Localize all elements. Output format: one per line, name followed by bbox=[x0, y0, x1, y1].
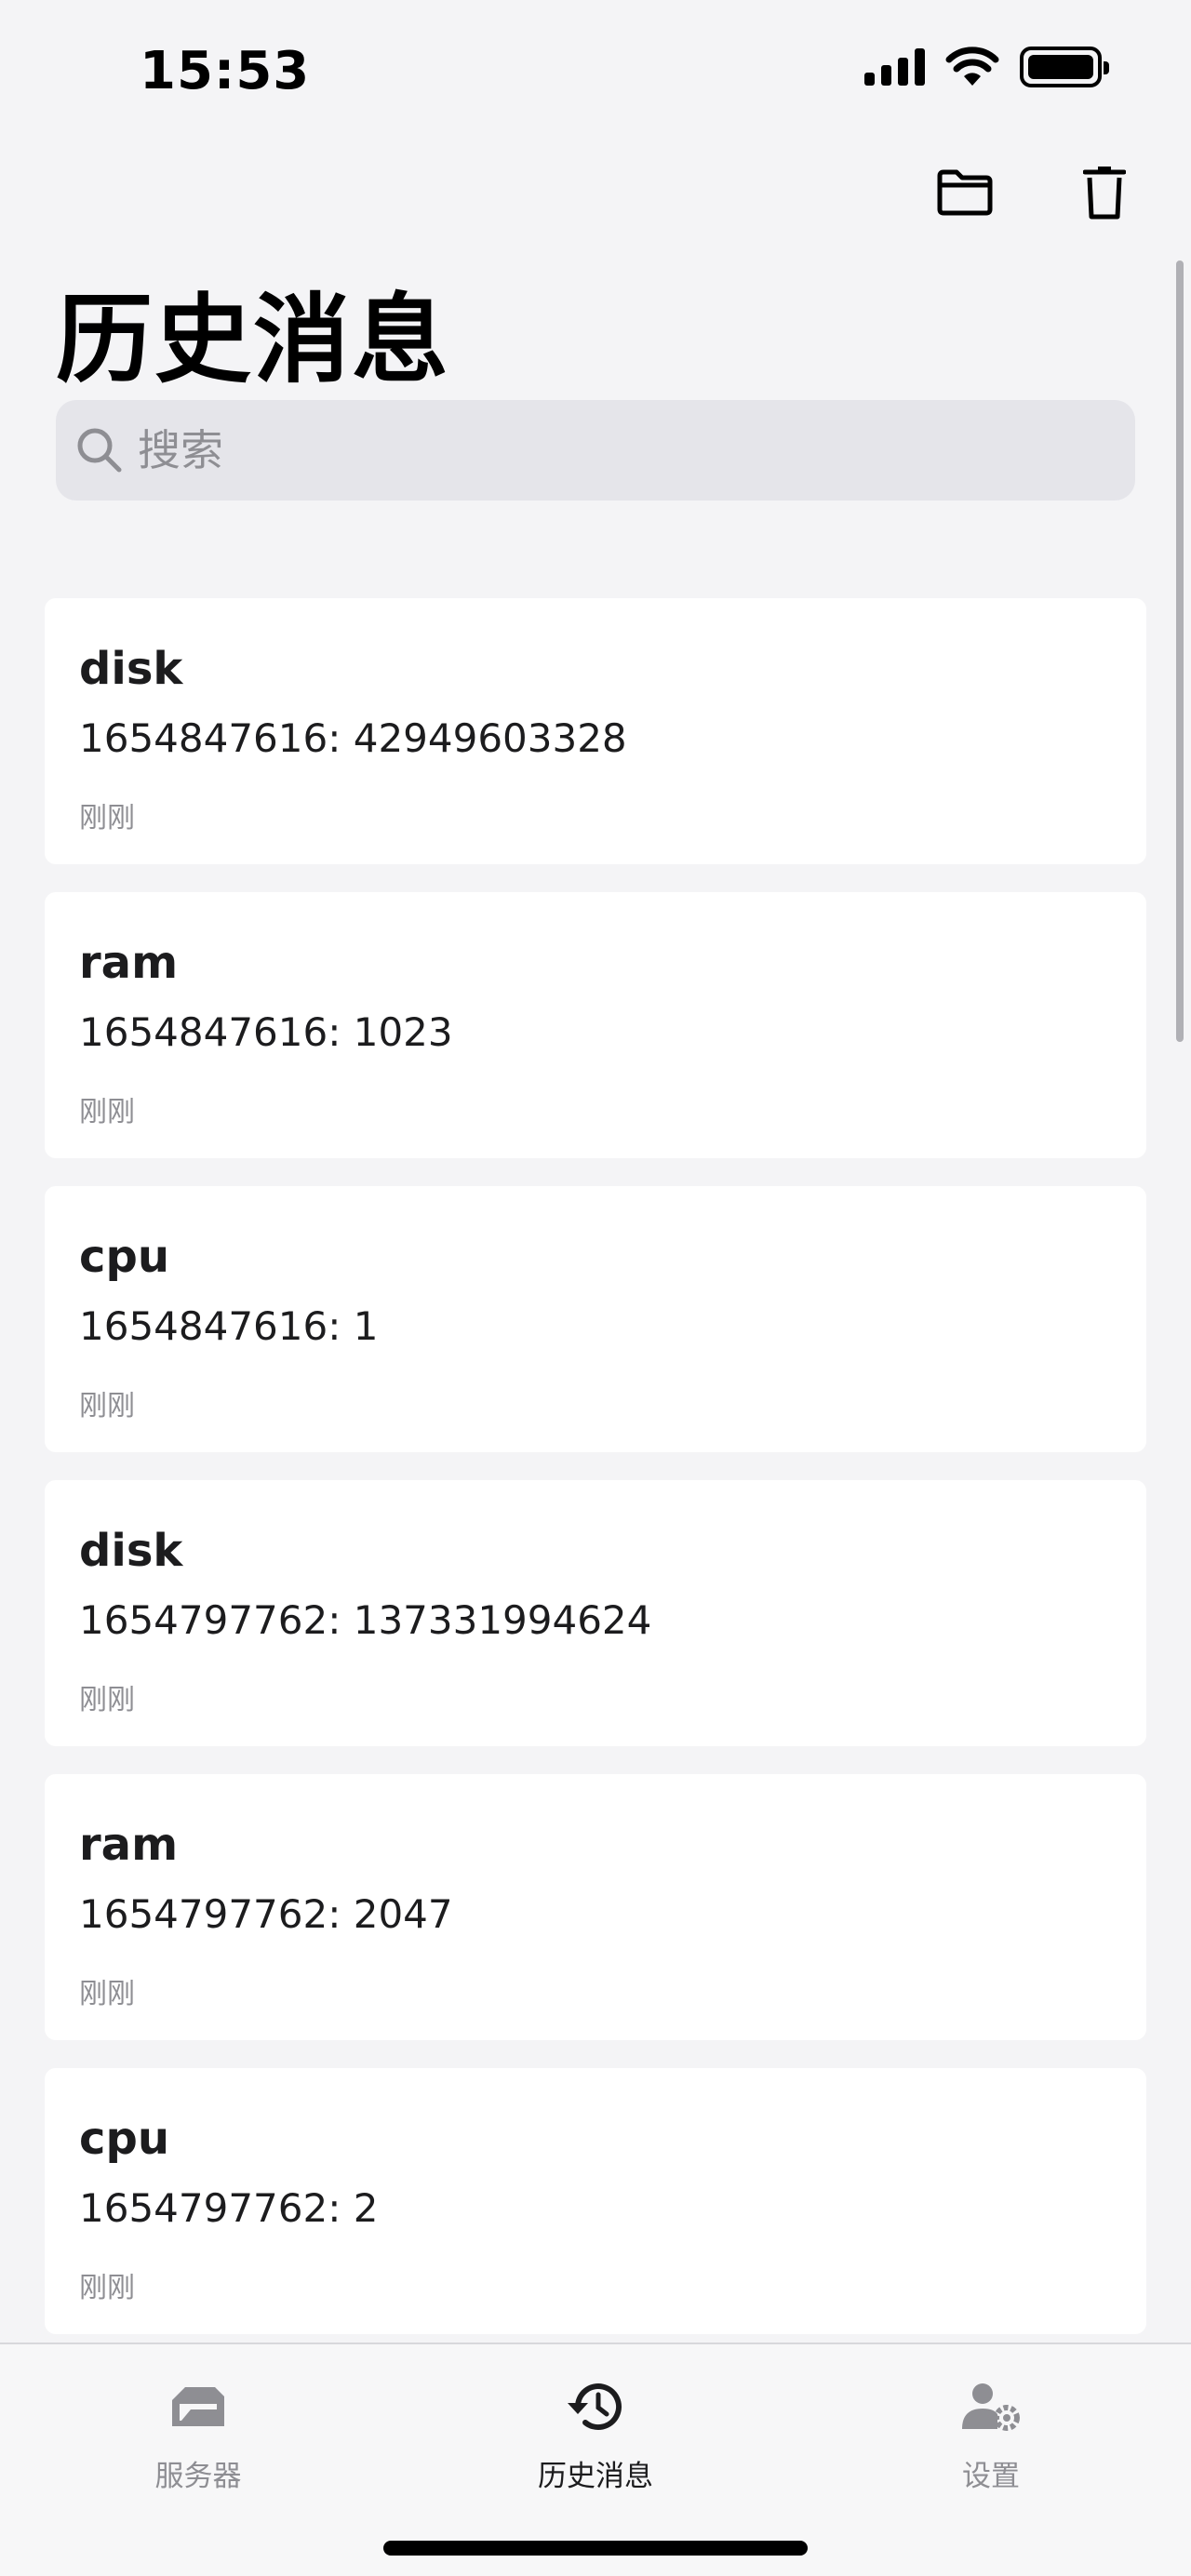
scrollbar[interactable] bbox=[1176, 260, 1184, 1042]
message-time: 刚刚 bbox=[79, 1684, 135, 1716]
message-time: 刚刚 bbox=[79, 1390, 135, 1422]
message-card[interactable]: cpu 1654847616: 1 刚刚 bbox=[45, 1186, 1146, 1452]
message-title: cpu bbox=[79, 1231, 169, 1283]
server-icon bbox=[172, 2387, 224, 2426]
message-list: disk 1654847616: 42949603328 刚刚 ram 1654… bbox=[45, 598, 1146, 2362]
message-time: 刚刚 bbox=[79, 1978, 135, 2010]
message-body: 1654797762: 2 bbox=[79, 2185, 379, 2231]
status-icons bbox=[864, 47, 1109, 87]
status-bar: 15:53 bbox=[0, 0, 1191, 140]
trash-icon bbox=[1083, 167, 1126, 220]
tab-settings[interactable]: 设置 bbox=[889, 2374, 1093, 2494]
message-body: 1654847616: 1 bbox=[79, 1303, 379, 1349]
tab-server[interactable]: 服务器 bbox=[96, 2374, 301, 2494]
message-body: 1654797762: 2047 bbox=[79, 1891, 453, 1937]
folder-icon bbox=[937, 169, 993, 216]
message-title: disk bbox=[79, 643, 183, 695]
tab-label: 服务器 bbox=[154, 2460, 242, 2493]
page-title: 历史消息 bbox=[56, 283, 451, 396]
search-icon bbox=[77, 428, 122, 473]
message-body: 1654847616: 1023 bbox=[79, 1009, 453, 1055]
folder-button[interactable] bbox=[932, 160, 997, 225]
message-time: 刚刚 bbox=[79, 802, 135, 834]
message-title: cpu bbox=[79, 2113, 169, 2165]
wifi-icon bbox=[945, 47, 999, 86]
search-bar[interactable] bbox=[56, 400, 1135, 501]
user-settings-icon bbox=[962, 2383, 1020, 2431]
home-indicator bbox=[383, 2541, 808, 2556]
message-title: ram bbox=[79, 1819, 179, 1871]
message-body: 1654847616: 42949603328 bbox=[79, 715, 627, 761]
nav-actions bbox=[932, 160, 1137, 225]
tab-history[interactable]: 历史消息 bbox=[493, 2374, 698, 2494]
message-card[interactable]: cpu 1654797762: 2 刚刚 bbox=[45, 2068, 1146, 2334]
tab-label: 设置 bbox=[962, 2460, 1020, 2493]
message-card[interactable]: disk 1654847616: 42949603328 刚刚 bbox=[45, 598, 1146, 864]
message-time: 刚刚 bbox=[79, 2272, 135, 2304]
message-body: 1654797762: 137331994624 bbox=[79, 1597, 652, 1643]
search-input[interactable] bbox=[138, 425, 1068, 475]
message-card[interactable]: disk 1654797762: 137331994624 刚刚 bbox=[45, 1480, 1146, 1746]
message-title: ram bbox=[79, 937, 179, 989]
message-card[interactable]: ram 1654797762: 2047 刚刚 bbox=[45, 1774, 1146, 2040]
cellular-signal-icon bbox=[864, 48, 925, 86]
status-time: 15:53 bbox=[140, 41, 311, 101]
message-title: disk bbox=[79, 1525, 183, 1577]
message-time: 刚刚 bbox=[79, 1096, 135, 1128]
battery-icon bbox=[1020, 47, 1109, 87]
history-icon bbox=[568, 2383, 622, 2431]
tab-label: 历史消息 bbox=[538, 2460, 653, 2493]
delete-button[interactable] bbox=[1072, 160, 1137, 225]
message-card[interactable]: ram 1654847616: 1023 刚刚 bbox=[45, 892, 1146, 1158]
